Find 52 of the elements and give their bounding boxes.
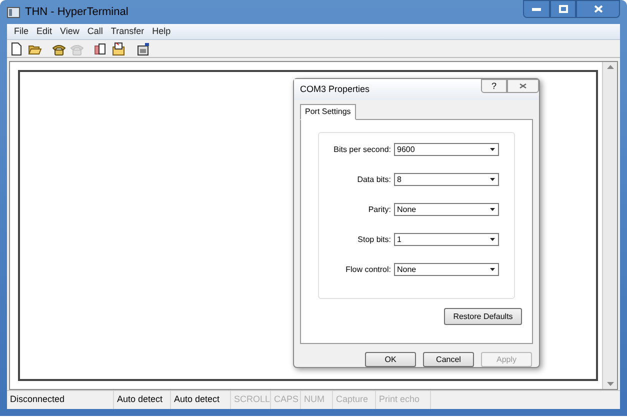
window-title: THN - HyperTerminal: [25, 4, 128, 20]
dropdown[interactable]: None: [394, 203, 499, 216]
menu-item[interactable]: View: [56, 24, 84, 38]
close-button[interactable]: [507, 79, 539, 93]
close-button[interactable]: [576, 0, 620, 18]
dropdown[interactable]: 8: [394, 173, 499, 186]
dropdown[interactable]: 1: [394, 233, 499, 246]
dropdown-arrow-icon: [490, 178, 495, 182]
status-text: Auto detect: [114, 391, 171, 409]
dropdown-arrow-icon: [490, 148, 495, 152]
menu-item[interactable]: Transfer: [106, 24, 148, 38]
tab[interactable]: Port Settings: [300, 104, 356, 120]
field-label: Flow control:: [344, 264, 392, 276]
status-text: Capture: [333, 391, 376, 409]
scrollbar[interactable]: [602, 62, 617, 389]
field-label: Data bits:: [356, 174, 392, 186]
maximize-icon: [558, 5, 568, 13]
minimize-button[interactable]: [523, 0, 550, 18]
field-label: Parity:: [367, 204, 392, 216]
status-text: SCROLL: [231, 391, 271, 409]
menu-item[interactable]: Call: [83, 24, 107, 38]
status-text: NUM: [301, 391, 333, 409]
folder-button[interactable]: [112, 42, 126, 56]
dialog-title: COM3 Properties: [300, 82, 370, 96]
status-text: Print echo: [376, 391, 431, 409]
status-text: CAPS: [271, 391, 301, 409]
dropdown-arrow-icon: [490, 208, 495, 212]
scroll-up-icon: [606, 65, 614, 69]
dropdown[interactable]: 9600: [394, 143, 499, 156]
dialog-button[interactable]: OK: [365, 352, 416, 367]
dropdown-arrow-icon: [490, 268, 495, 272]
minimize-icon: [532, 8, 541, 10]
status-text: Auto detect: [171, 391, 231, 409]
help-button[interactable]: ?: [481, 79, 507, 93]
dropdown[interactable]: None: [394, 263, 499, 276]
dropdown-arrow-icon: [490, 238, 495, 242]
menu-item[interactable]: Edit: [32, 24, 56, 38]
close-icon: [594, 5, 602, 13]
send-file-button[interactable]: [94, 42, 108, 56]
close-icon: [519, 83, 527, 89]
status-text: Disconnected: [7, 391, 114, 409]
field-label: Stop bits:: [356, 234, 392, 246]
maximize-button[interactable]: [550, 0, 576, 18]
new-file-button[interactable]: [10, 42, 24, 56]
field-label: Bits per second:: [332, 144, 392, 156]
menu-item[interactable]: Help: [148, 24, 175, 38]
scroll-down-icon: [606, 382, 614, 386]
properties-button[interactable]: [136, 42, 150, 56]
menu-item[interactable]: File: [10, 24, 33, 38]
restore-defaults-button[interactable]: Restore Defaults: [444, 308, 522, 326]
app-icon: [7, 6, 20, 18]
dialog-button[interactable]: Cancel: [423, 352, 474, 367]
